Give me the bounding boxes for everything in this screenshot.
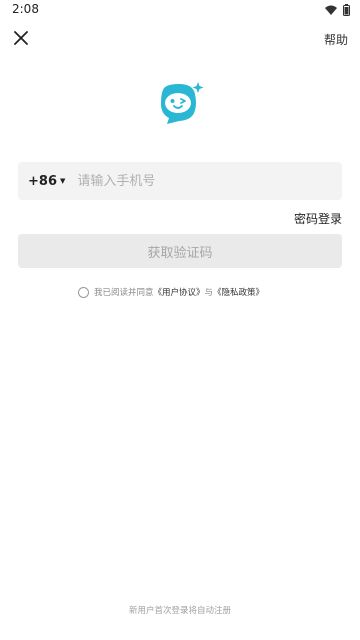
get-code-button[interactable]: 获取验证码 — [18, 234, 342, 268]
status-bar: 2:08 — [0, 0, 360, 20]
wifi-icon — [325, 5, 337, 15]
agreement-row: 我已阅读并同意 《用户协议》 与 《隐私政策》 — [78, 286, 264, 298]
privacy-policy-link[interactable]: 《隐私政策》 — [213, 286, 264, 298]
user-agreement-link[interactable]: 《用户协议》 — [154, 286, 205, 298]
agreement-prefix: 我已阅读并同意 — [94, 288, 154, 298]
country-code-label: +86 — [28, 173, 57, 189]
phone-input[interactable] — [75, 165, 320, 197]
smiling-face-logo-icon — [161, 82, 204, 124]
country-code-selector[interactable]: +86 ▼ — [28, 174, 65, 189]
status-icons — [325, 4, 350, 16]
footer-note: 新用户首次登录将自动注册 — [128, 606, 231, 616]
close-button[interactable] — [8, 25, 34, 51]
phone-input-box: +86 ▼ — [18, 162, 342, 200]
chevron-down-icon: ▼ — [59, 177, 66, 185]
app-logo — [155, 80, 205, 126]
status-time: 2:08 — [12, 2, 39, 16]
close-icon — [14, 31, 28, 45]
password-login-link[interactable]: 密码登录 — [294, 210, 342, 227]
battery-icon — [343, 4, 350, 16]
agreement-connector: 与 — [204, 288, 214, 298]
help-link[interactable]: 帮助 — [324, 31, 348, 48]
agreement-checkbox[interactable] — [78, 286, 89, 298]
